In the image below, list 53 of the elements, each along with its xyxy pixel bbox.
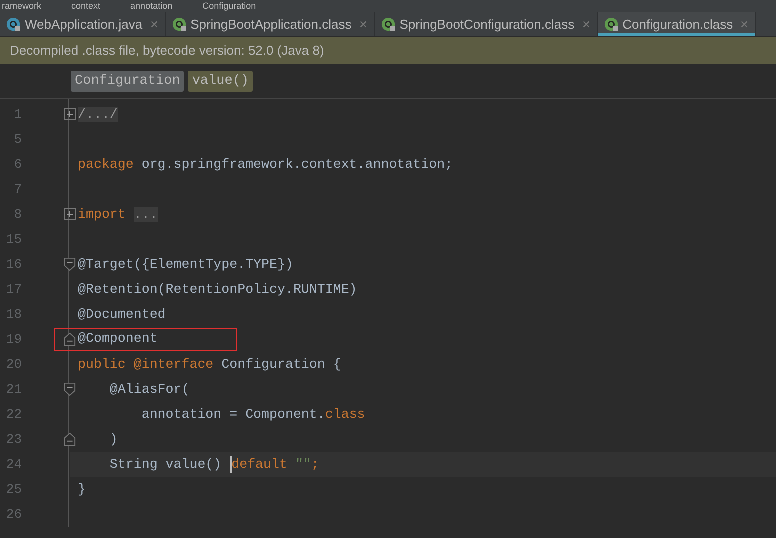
line-number: 15 [5, 231, 22, 249]
code-line: import ... [78, 207, 158, 222]
decompiled-notice: Decompiled .class file, bytecode version: 52.0 (Java 8) [0, 37, 776, 64]
line-number: 6 [13, 156, 22, 174]
line-number: 23 [5, 431, 22, 449]
close-icon[interactable] [582, 20, 591, 28]
breadcrumb-item[interactable]: ramework [2, 0, 42, 12]
collapse-fold-icon[interactable] [64, 258, 76, 271]
code-line: } [78, 482, 86, 497]
line-number: 24 [5, 456, 22, 474]
line-number: 20 [5, 356, 22, 374]
breadcrumb-item[interactable]: context [72, 0, 101, 12]
line-number: 18 [5, 306, 22, 324]
collapse-fold-icon[interactable] [64, 333, 76, 346]
line-number: 16 [5, 256, 22, 274]
line-number: 5 [13, 131, 22, 149]
java-class-icon [6, 16, 21, 32]
code-line: @Retention(RetentionPolicy.RUNTIME) [78, 282, 358, 297]
code-line: @Component [55, 329, 236, 350]
collapse-fold-icon[interactable] [64, 433, 76, 446]
code-line: @AliasFor( [108, 382, 190, 397]
line-number: 8 [13, 206, 22, 224]
annotation-file-icon [604, 16, 619, 32]
code-line: @Documented [78, 307, 166, 322]
code-line: ) [108, 432, 118, 447]
expand-fold-icon[interactable] [64, 108, 76, 121]
close-icon[interactable] [740, 20, 750, 28]
breadcrumb-item[interactable]: annotation [130, 0, 173, 12]
structure-crumb[interactable]: value() [188, 70, 254, 92]
code-line: public @interface Configuration { [78, 357, 342, 372]
editor-tab[interactable]: SpringBootApplication.class [166, 12, 375, 36]
editor-tab[interactable]: Configuration.class [598, 12, 756, 36]
expand-fold-icon[interactable] [64, 208, 76, 221]
line-number: 25 [5, 481, 22, 499]
line-number: 17 [5, 281, 22, 299]
line-number: 19 [5, 331, 22, 349]
line-number: 22 [5, 406, 22, 424]
breadcrumb-item[interactable]: Configuration [202, 0, 256, 12]
code-line: String value() default ""; [108, 456, 320, 473]
collapse-fold-icon[interactable] [64, 383, 76, 396]
close-icon[interactable] [358, 20, 368, 28]
line-number: 21 [5, 381, 22, 399]
line-number: 1 [13, 106, 22, 124]
code-line: package org.springframework.context.annotation; [78, 157, 454, 172]
close-icon[interactable] [150, 20, 159, 28]
code-line: annotation = Component.class [140, 407, 366, 422]
editor-tab[interactable]: SpringBootConfiguration.class [374, 12, 598, 36]
code-line: @Target({ElementType.TYPE}) [78, 257, 294, 272]
annotation-file-icon [172, 16, 187, 32]
structure-crumb[interactable]: Configuration [71, 70, 184, 92]
line-number: 26 [5, 506, 22, 524]
annotation-file-icon [380, 16, 396, 32]
line-number: 7 [13, 181, 22, 199]
